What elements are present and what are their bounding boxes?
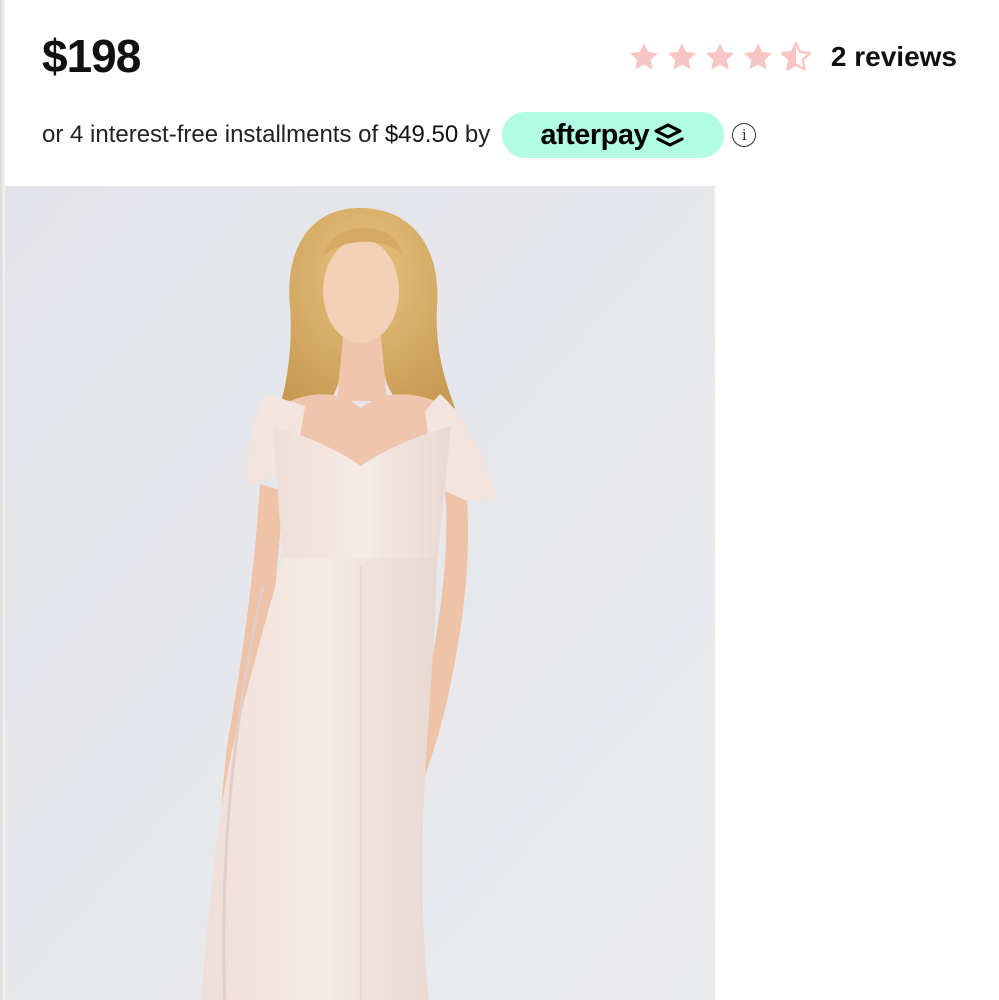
product-photo[interactable] [5,186,715,1000]
afterpay-wordmark: afterpay [540,118,650,151]
installment-suffix: by [458,121,491,148]
installment-prefix: or 4 interest-free installments of [42,121,385,148]
installment-offer: or 4 interest-free installments of $49.5… [42,111,757,159]
star-rating[interactable] [627,40,817,74]
star-full-icon [705,43,734,70]
star-full-icon [629,43,658,70]
product-photo-illustration [5,186,715,1000]
afterpay-logo-badge[interactable]: afterpay [502,112,725,158]
star-half-icon [780,41,811,71]
star-full-icon [743,43,772,70]
product-price: $198 [42,30,141,82]
installment-amount: $49.50 [384,121,459,148]
reviews-link[interactable]: 2 reviews [831,36,957,78]
afterpay-arrows-icon [654,123,684,147]
info-icon[interactable]: i [732,123,757,147]
installment-text: or 4 interest-free installments of $49.5… [42,121,490,149]
star-full-icon [667,43,696,70]
product-page: $198 2 reviews or 4 interest-free instal… [0,0,999,1000]
rating-summary[interactable]: 2 reviews [627,36,957,78]
